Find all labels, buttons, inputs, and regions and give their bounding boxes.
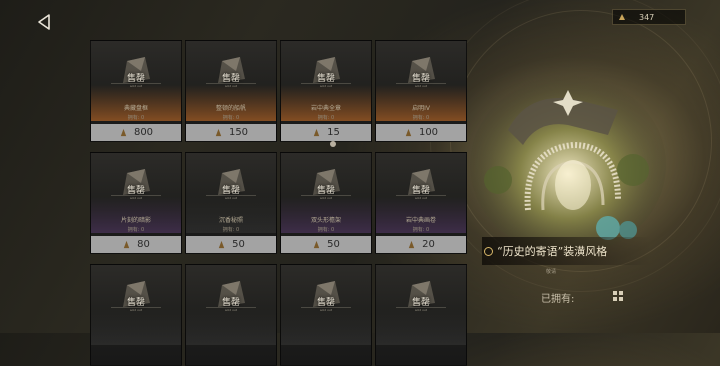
shop-item-card[interactable]: 售罄 sold out 沉香秘照 拥有: 0 50 [185,152,277,254]
item-name: 片刻的暗影 [120,217,151,224]
shop-item-card[interactable]: 售罄 sold out 片刻的暗影 拥有: 0 80 [90,152,182,254]
item-owned-count: 拥有: 0 [412,115,430,121]
item-owned-count: 拥有: 0 [412,227,430,233]
rarity-glow [281,309,371,345]
price-bar: 15 [281,124,371,141]
theme-title-banner: “历史的寄语”装潢风格 [482,237,650,265]
scroll-indicator[interactable] [330,141,336,147]
bullet-icon [484,246,493,256]
back-icon[interactable] [34,11,56,33]
rarity-glow [186,309,276,345]
coin-icon [123,240,130,249]
price-bar: 50 [281,236,371,253]
item-name: 沉香秘照 [218,217,243,224]
coin-icon [313,240,320,249]
item-price: 15 [327,127,340,138]
item-price: 80 [137,239,150,250]
item-owned-count: 拥有: 0 [317,227,335,233]
price-bar: 50 [186,236,276,253]
shop-item-card[interactable]: 售罄 sold out 启明IV 拥有: 0 100 [375,40,467,142]
coin-icon [313,128,320,137]
sold-out-sublabel: sold out [414,84,427,88]
sold-out-sublabel: sold out [224,308,237,312]
item-price: 50 [327,239,340,250]
sold-out-sublabel: sold out [319,84,332,88]
shop-item-card[interactable]: 售罄 sold out 岩中典画卷 拥有: 0 20 [375,152,467,254]
item-owned-count: 拥有: 0 [222,115,240,121]
sold-out-sublabel: sold out [319,308,332,312]
item-name: 岩中典全章 [310,105,341,112]
sold-out-sublabel: sold out [129,308,142,312]
preview-scene-image [470,75,666,250]
item-name: 岩中典画卷 [405,217,436,224]
price-bar: 100 [376,124,466,141]
item-name: 典藏盘框 [123,105,148,112]
item-owned-count: 拥有: 0 [317,115,335,121]
shop-item-card[interactable]: 售罄 sold out [280,264,372,366]
shop-item-card[interactable]: 售罄 sold out [185,264,277,366]
sold-out-sublabel: sold out [414,308,427,312]
theme-subtitle: 敬请 [546,269,557,275]
coin-icon [218,240,225,249]
theme-title: “历史的寄语”装潢风格 [497,245,608,258]
item-owned-count: 拥有: 0 [222,227,240,233]
shop-item-card[interactable]: 售罄 sold out [90,264,182,366]
item-owned-count: 拥有: 0 [127,115,145,121]
price-bar: 150 [186,124,276,141]
shop-item-card[interactable]: 售罄 sold out 整顿的船帆 拥有: 0 150 [185,40,277,142]
sold-out-sublabel: sold out [414,196,427,200]
price-bar: 80 [91,236,181,253]
sold-out-sublabel: sold out [224,84,237,88]
rarity-glow [91,309,181,345]
owned-label: 已拥有: [541,294,575,305]
item-price: 50 [232,239,245,250]
sold-out-sublabel: sold out [224,196,237,200]
price-bar: 20 [376,236,466,253]
item-name: 双头形檐架 [310,217,341,224]
item-price: 800 [133,127,154,138]
coin-icon [619,14,625,20]
sold-out-sublabel: sold out [319,196,332,200]
grid-icon [613,291,623,301]
coin-icon [405,128,412,137]
price-bar: 800 [91,124,181,141]
rarity-glow [376,309,466,345]
coin-icon [120,128,127,137]
item-price: 20 [422,239,435,250]
item-name: 整顿的船帆 [215,105,246,112]
sold-out-sublabel: sold out [129,196,142,200]
shop-item-card[interactable]: 售罄 sold out 岩中典全章 拥有: 0 15 [280,40,372,142]
item-price: 100 [418,127,439,138]
item-owned-count: 拥有: 0 [127,227,145,233]
currency-counter: 347 [612,9,686,25]
shop-item-card[interactable]: 售罄 sold out 典藏盘框 拥有: 0 800 [90,40,182,142]
sold-out-sublabel: sold out [129,84,142,88]
coin-icon [408,240,415,249]
currency-value: 347 [639,12,655,22]
item-name: 启明IV [412,105,430,112]
coin-icon [215,128,222,137]
item-price: 150 [228,127,249,138]
shop-item-card[interactable]: 售罄 sold out 双头形檐架 拥有: 0 50 [280,152,372,254]
shop-item-card[interactable]: 售罄 sold out [375,264,467,366]
